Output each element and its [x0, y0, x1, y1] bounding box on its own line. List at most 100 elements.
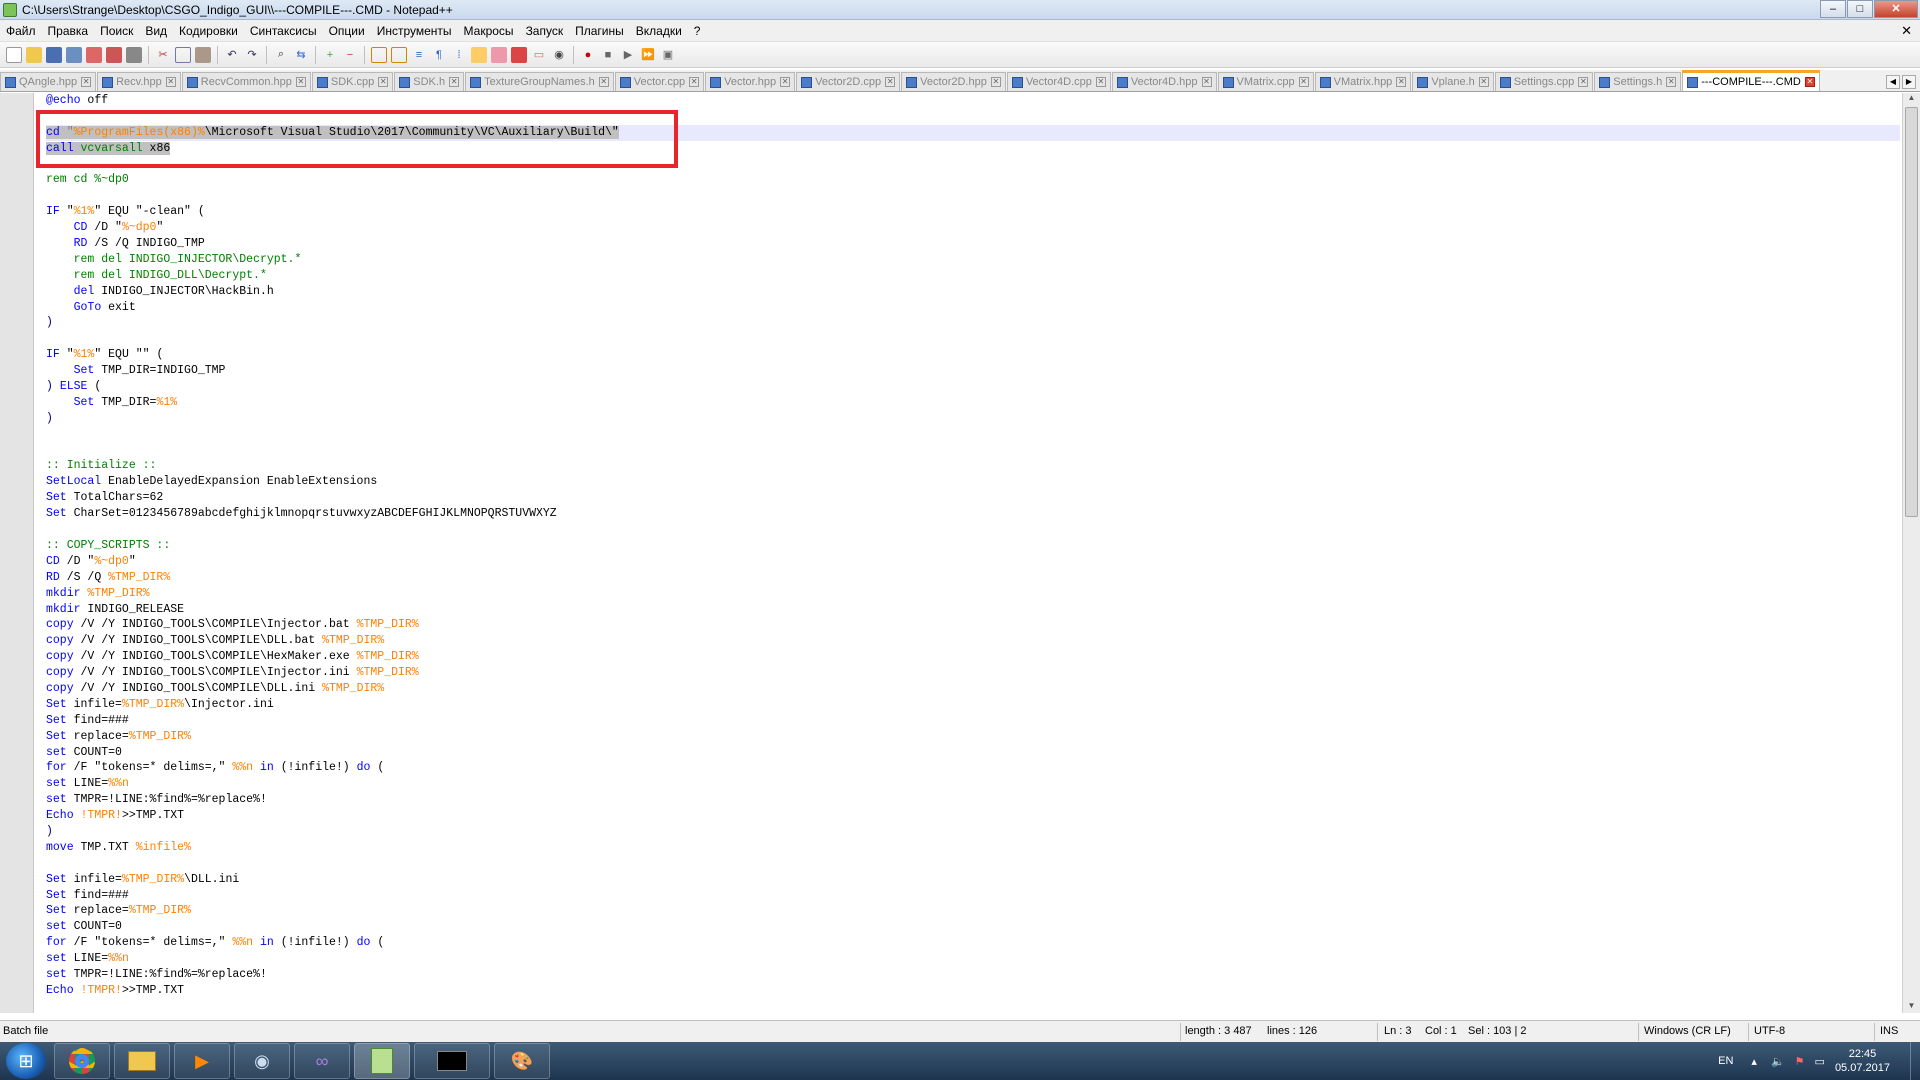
code-line[interactable]: 40Set find=### [46, 713, 1900, 729]
code-line[interactable]: 11 rem del INDIGO_INJECTOR\Decrypt.* [46, 252, 1900, 268]
code-line[interactable]: 37copy /V /Y INDIGO_TOOLS\COMPILE\Inject… [46, 665, 1900, 681]
doc-map-icon[interactable] [491, 46, 507, 63]
code-line[interactable]: 34copy /V /Y INDIGO_TOOLS\COMPILE\Inject… [46, 617, 1900, 633]
code-line[interactable]: 22 [46, 427, 1900, 443]
code-line[interactable]: 50Set infile=%TMP_DIR%\DLL.ini [46, 872, 1900, 888]
zoom-in-icon[interactable]: + [322, 47, 338, 63]
close-document-icon[interactable]: ✕ [1901, 23, 1912, 39]
code-line[interactable]: 18 Set TMP_DIR=INDIGO_TMP [46, 363, 1900, 379]
code-line[interactable]: 13 del INDIGO_INJECTOR\HackBin.h [46, 284, 1900, 300]
code-area[interactable]: 1@echo off23cd "%ProgramFiles(x86)%\Micr… [46, 93, 1900, 1013]
code-line[interactable]: 30CD /D "%~dp0" [46, 554, 1900, 570]
code-line[interactable]: 8IF "%1%" EQU "-clean" ( [46, 204, 1900, 220]
code-line[interactable]: 52Set replace=%TMP_DIR% [46, 903, 1900, 919]
scroll-down-icon[interactable]: ▼ [1905, 1001, 1918, 1013]
menu-item-6[interactable]: Опции [323, 24, 371, 38]
code-line[interactable]: 36copy /V /Y INDIGO_TOOLS\COMPILE\HexMak… [46, 649, 1900, 665]
save-all-icon[interactable] [66, 46, 82, 63]
lang-define-icon[interactable] [471, 46, 487, 63]
tab-2[interactable]: RecvCommon.hpp ✕ [181, 72, 311, 91]
volume-icon[interactable]: 🔈 [1771, 1055, 1785, 1068]
function-list-icon[interactable] [511, 46, 527, 63]
tab-close-icon[interactable]: ✕ [1666, 77, 1677, 87]
code-line[interactable]: 39Set infile=%TMP_DIR%\Injector.ini [46, 697, 1900, 713]
network-icon[interactable]: ⚑ [1795, 1055, 1805, 1068]
tab-close-icon[interactable]: ✕ [1396, 77, 1407, 87]
code-line[interactable]: 55set LINE=%%n [46, 951, 1900, 967]
tab-13[interactable]: VMatrix.hpp ✕ [1314, 72, 1412, 91]
code-line[interactable]: 21) [46, 411, 1900, 427]
undo-icon[interactable]: ↶ [224, 47, 240, 63]
code-line[interactable]: 38copy /V /Y INDIGO_TOOLS\COMPILE\DLL.in… [46, 681, 1900, 697]
new-file-icon[interactable] [6, 46, 22, 63]
code-line[interactable]: 47) [46, 824, 1900, 840]
menu-item-0[interactable]: Файл [0, 24, 42, 38]
close-button[interactable]: ✕ [1874, 0, 1918, 18]
find-icon[interactable]: ⌕ [273, 47, 289, 63]
explorer-icon[interactable] [114, 1043, 170, 1079]
tab-close-icon[interactable]: ✕ [598, 77, 609, 87]
code-line[interactable]: 35copy /V /Y INDIGO_TOOLS\COMPILE\DLL.ba… [46, 633, 1900, 649]
code-line[interactable]: 14 GoTo exit [46, 300, 1900, 316]
code-line[interactable]: 20 Set TMP_DIR=%1% [46, 395, 1900, 411]
code-line[interactable]: 54for /F "tokens=* delims=," %%n in (!in… [46, 935, 1900, 951]
tab-0[interactable]: QAngle.hpp ✕ [0, 72, 97, 91]
code-line[interactable]: 45set TMPR=!LINE:%find%=%replace%! [46, 792, 1900, 808]
play-macro-icon[interactable]: ▶ [620, 47, 636, 63]
tab-11[interactable]: Vector4D.hpp ✕ [1111, 72, 1217, 91]
cmd-icon[interactable] [414, 1043, 490, 1079]
code-line[interactable]: 4call vcvarsall x86 [46, 141, 1900, 157]
tab-7[interactable]: Vector.hpp ✕ [705, 72, 796, 91]
code-line[interactable]: 24:: Initialize :: [46, 458, 1900, 474]
tab-3[interactable]: SDK.cpp ✕ [311, 72, 394, 91]
copy-icon[interactable] [175, 46, 191, 63]
code-line[interactable]: 31RD /S /Q %TMP_DIR% [46, 570, 1900, 586]
tab-close-icon[interactable]: ✕ [1578, 77, 1589, 87]
tab-scroll-left-icon[interactable]: ◀ [1886, 75, 1900, 89]
steam-icon[interactable]: ◉ [234, 1043, 290, 1079]
save-icon[interactable] [46, 46, 62, 63]
tab-close-icon[interactable]: ✕ [1201, 77, 1212, 87]
language-indicator[interactable]: EN [1718, 1055, 1733, 1067]
tab-close-icon[interactable]: ✕ [81, 77, 92, 87]
code-line[interactable]: 56set TMPR=!LINE:%find%=%replace%! [46, 967, 1900, 983]
menu-item-8[interactable]: Макросы [458, 24, 520, 38]
code-line[interactable]: 23 [46, 443, 1900, 459]
code-line[interactable]: 46Echo !TMPR!>>TMP.TXT [46, 808, 1900, 824]
tab-12[interactable]: VMatrix.cpp ✕ [1217, 72, 1314, 91]
record-macro-icon[interactable]: ● [580, 47, 596, 63]
vertical-scrollbar[interactable]: ▲ ▼ [1902, 93, 1920, 1013]
code-line[interactable]: 51Set find=### [46, 888, 1900, 904]
save-macro-icon[interactable]: ▣ [660, 47, 676, 63]
close-icon[interactable] [86, 46, 102, 63]
code-line[interactable]: 16 [46, 331, 1900, 347]
code-line[interactable]: 3cd "%ProgramFiles(x86)%\Microsoft Visua… [46, 124, 1900, 141]
tab-5[interactable]: TextureGroupNames.h ✕ [465, 72, 614, 91]
menu-item-12[interactable]: ? [688, 24, 707, 38]
cut-icon[interactable]: ✂ [155, 47, 171, 63]
code-line[interactable]: 42set COUNT=0 [46, 745, 1900, 761]
tab-9[interactable]: Vector2D.hpp ✕ [901, 72, 1006, 91]
code-line[interactable]: 10 RD /S /Q INDIGO_TMP [46, 236, 1900, 252]
paint-icon[interactable]: 🎨 [494, 1043, 550, 1079]
show-desktop-button[interactable] [1910, 1042, 1920, 1080]
show-all-chars-icon[interactable]: ¶ [431, 47, 447, 63]
tab-6[interactable]: Vector.cpp ✕ [614, 72, 705, 91]
menu-item-10[interactable]: Плагины [569, 24, 630, 38]
tab-close-icon[interactable]: ✕ [1095, 77, 1106, 87]
folder-workspace-icon[interactable]: ▭ [531, 47, 547, 63]
code-line[interactable]: 43for /F "tokens=* delims=," %%n in (!in… [46, 760, 1900, 776]
code-line[interactable]: 41Set replace=%TMP_DIR% [46, 729, 1900, 745]
code-line[interactable]: 48move TMP.TXT %infile% [46, 840, 1900, 856]
code-line[interactable]: 28 [46, 522, 1900, 538]
notepadpp-app-icon[interactable] [3, 2, 17, 17]
code-line[interactable]: 33mkdir INDIGO_RELEASE [46, 602, 1900, 618]
tab-1[interactable]: Recv.hpp ✕ [97, 72, 181, 91]
code-line[interactable]: 7 [46, 188, 1900, 204]
paste-icon[interactable] [195, 46, 211, 63]
visual-studio-icon[interactable]: ∞ [294, 1043, 350, 1079]
scroll-up-icon[interactable]: ▲ [1905, 93, 1918, 105]
code-line[interactable]: 26Set TotalChars=62 [46, 490, 1900, 506]
tray-expand-icon[interactable]: ▴ [1751, 1055, 1757, 1068]
code-line[interactable]: 32mkdir %TMP_DIR% [46, 586, 1900, 602]
